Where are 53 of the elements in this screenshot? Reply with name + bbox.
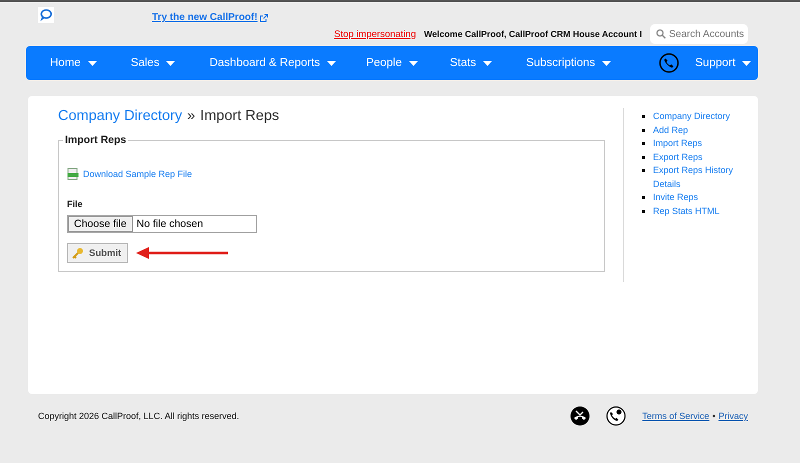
phone-icon[interactable] <box>570 406 590 426</box>
caret-icon <box>88 60 97 66</box>
sidebar-link[interactable]: Company Directory <box>653 110 743 124</box>
nav-menu[interactable]: Stats <box>450 57 492 69</box>
welcome-text: Welcome CallProof, CallProof CRM House Account I <box>424 29 642 39</box>
nav-menu[interactable]: People <box>366 57 418 69</box>
caret-icon <box>602 60 612 66</box>
promo-link[interactable]: Try the new CallProof! <box>152 12 268 23</box>
file-status: No file chosen <box>136 218 204 230</box>
stop-impersonating-link[interactable]: Stop impersonating <box>334 28 416 40</box>
file-label: File <box>67 199 84 209</box>
nav-menu[interactable]: Dashboard & Reports <box>209 57 336 69</box>
nav-menu[interactable]: Sales <box>130 57 176 69</box>
sidebar-link[interactable]: Export Reps <box>653 150 743 164</box>
nav-menu[interactable]: Subscriptions <box>526 57 612 69</box>
page-title: Import Reps <box>200 108 280 124</box>
privacy-link[interactable]: Privacy <box>718 411 748 421</box>
breadcrumb-separator: » <box>187 108 196 124</box>
nav-menu[interactable]: Home <box>50 57 97 69</box>
bullet-icon <box>642 210 645 212</box>
sidebar-link[interactable]: Rep Stats HTML <box>653 204 743 218</box>
caret-icon <box>742 60 752 66</box>
bullet-icon <box>642 196 645 199</box>
caret-icon <box>408 60 418 66</box>
breadcrumb-link[interactable]: Company Directory <box>58 108 182 124</box>
caret-icon <box>483 60 492 66</box>
terms-link[interactable]: Terms of Service <box>642 411 710 421</box>
bullet-icon <box>642 156 645 158</box>
bullet-icon <box>642 115 645 118</box>
bullet-icon <box>642 142 645 145</box>
download-link[interactable]: Download Sample Rep File <box>83 169 192 179</box>
sidebar-link[interactable]: Import Reps <box>653 137 743 150</box>
phone-icon[interactable] <box>606 406 626 426</box>
key-icon <box>72 247 84 259</box>
caret-icon <box>327 60 336 66</box>
panel-legend: Import Reps <box>63 134 128 146</box>
search-field[interactable]: Search Accounts <box>650 24 748 44</box>
submit-button[interactable]: Submit <box>67 243 128 263</box>
sidebar-link[interactable]: Export Reps History Details <box>653 164 743 191</box>
nav-menu[interactable]: Support <box>695 57 752 69</box>
bullet-icon <box>642 128 645 132</box>
bullet-icon <box>642 169 645 172</box>
external-link-icon <box>260 14 268 22</box>
copyright-text: Copyright 2026 CallProof, LLC. All rights reserved. <box>38 411 240 421</box>
logo-icon[interactable] <box>38 7 54 23</box>
choose-file-button[interactable]: Choose file <box>68 216 133 232</box>
sidebar-link[interactable]: Add Rep <box>653 124 743 137</box>
file-input[interactable]: Choose file No file chosen <box>67 215 257 233</box>
arrow-icon <box>136 247 228 259</box>
separator-dot: • <box>712 411 716 421</box>
spreadsheet-file-icon <box>67 168 79 180</box>
sidebar-link[interactable]: Invite Reps <box>653 191 743 204</box>
caret-icon <box>166 60 176 66</box>
